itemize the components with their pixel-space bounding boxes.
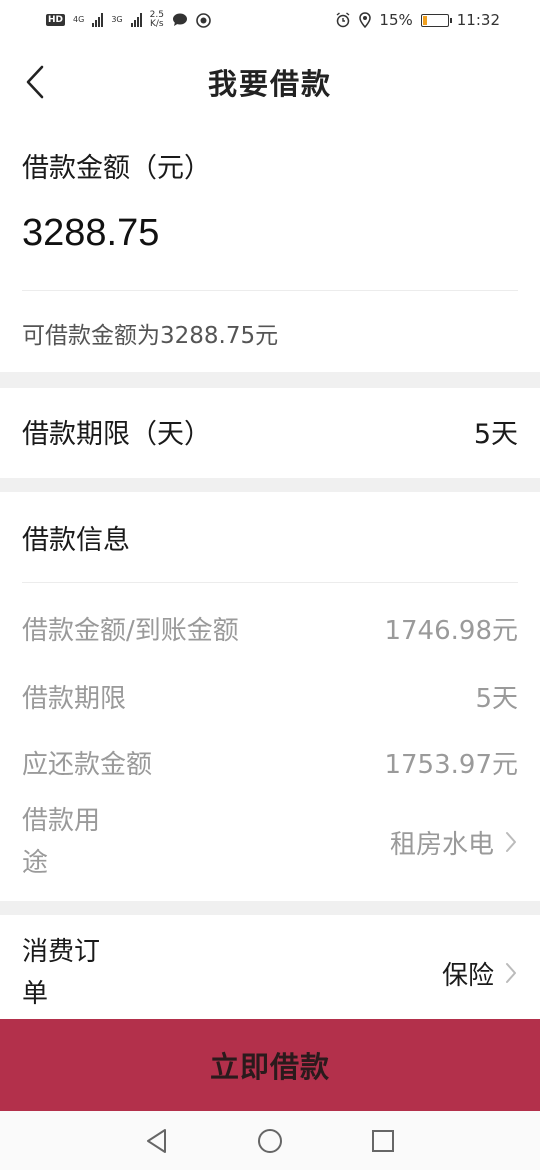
battery-fill xyxy=(422,15,427,25)
amount-section: 借款金额（元） 3288.75 可借款金额为3288.75元 xyxy=(0,124,540,372)
chevron-right-icon xyxy=(506,832,516,852)
order-value[interactable]: 保险 xyxy=(442,955,518,992)
info-row-purpose[interactable]: 借款用途 租房水电 xyxy=(22,800,518,884)
section-gap xyxy=(0,478,540,492)
available-amount-hint: 可借款金额为3288.75元 xyxy=(22,323,279,349)
divider xyxy=(22,290,518,291)
order-key: 消费订单 xyxy=(22,937,101,1009)
chevron-left-icon xyxy=(26,65,44,99)
nav-home-button[interactable] xyxy=(250,1121,290,1161)
location-icon xyxy=(359,12,372,28)
info-key: 借款期限 xyxy=(22,684,127,714)
status-bar-left: HD 4G 3G 2.5 K/s xyxy=(46,11,211,29)
order-text: 保险 xyxy=(441,960,494,991)
purpose-value[interactable]: 租房水电 xyxy=(390,824,518,861)
app-notification-icon xyxy=(196,12,211,28)
hd-icon: HD xyxy=(46,14,66,26)
info-key: 应还款金额 xyxy=(22,750,153,780)
page-title: 我要借款 xyxy=(207,67,332,101)
clock: 11:32 xyxy=(456,11,500,29)
term-label: 借款期限（天） xyxy=(22,419,211,450)
loan-info-title: 借款信息 xyxy=(22,525,130,556)
amount-label: 借款金额（元） xyxy=(22,153,211,184)
info-value: 5天 xyxy=(475,684,518,714)
signal-icon-2 xyxy=(130,13,142,27)
info-row-amount: 借款金额/到账金额 1746.98元 xyxy=(22,610,518,647)
battery-percent: 15% xyxy=(379,11,413,29)
triangle-back-icon xyxy=(146,1128,166,1153)
square-recents-icon xyxy=(372,1129,395,1152)
section-gap xyxy=(0,372,540,388)
status-bar: HD 4G 3G 2.5 K/s 15% 11:32 xyxy=(0,0,540,40)
alarm-icon xyxy=(336,12,350,28)
status-bar-right: 15% 11:32 xyxy=(335,11,500,29)
info-value: 1753.97元 xyxy=(384,750,518,780)
battery-icon xyxy=(420,13,452,27)
info-value: 1746.98元 xyxy=(384,616,518,646)
borrow-now-button[interactable]: 立即借款 xyxy=(0,1019,540,1111)
info-row-term: 借款期限 5天 xyxy=(22,678,518,715)
order-section: 消费订单 保险 xyxy=(0,915,540,1019)
info-key: 借款用途 xyxy=(22,806,101,878)
loan-info-section: 借款信息 借款金额/到账金额 1746.98元 借款期限 5天 应还款金额 17… xyxy=(0,492,540,901)
title-bar: 我要借款 xyxy=(0,40,540,124)
info-key: 借款金额/到账金额 xyxy=(22,616,239,646)
nav-back-button[interactable] xyxy=(137,1121,177,1161)
amount-input[interactable]: 3288.75 xyxy=(22,212,159,255)
chat-bubble-icon xyxy=(172,13,187,26)
chevron-right-icon xyxy=(506,963,516,983)
divider xyxy=(22,582,518,583)
back-button[interactable] xyxy=(18,62,52,102)
network-speed: 2.5 K/s xyxy=(149,10,164,29)
term-row[interactable]: 借款期限（天） 5天 xyxy=(22,412,518,451)
system-nav-bar xyxy=(0,1111,540,1170)
network-4g-indicator: 4G xyxy=(73,15,85,24)
nav-recents-button[interactable] xyxy=(363,1121,403,1161)
network-3g-indicator: 3G xyxy=(111,15,123,24)
term-value: 5天 xyxy=(473,419,518,450)
borrow-now-label: 立即借款 xyxy=(209,1050,330,1084)
circle-home-icon xyxy=(257,1128,282,1153)
section-gap xyxy=(0,901,540,915)
info-row-repayment: 应还款金额 1753.97元 xyxy=(22,744,518,781)
signal-icon xyxy=(92,13,104,27)
term-section: 借款期限（天） 5天 xyxy=(0,388,540,478)
purpose-text: 租房水电 xyxy=(389,829,494,860)
order-row[interactable]: 消费订单 保险 xyxy=(22,931,518,1015)
